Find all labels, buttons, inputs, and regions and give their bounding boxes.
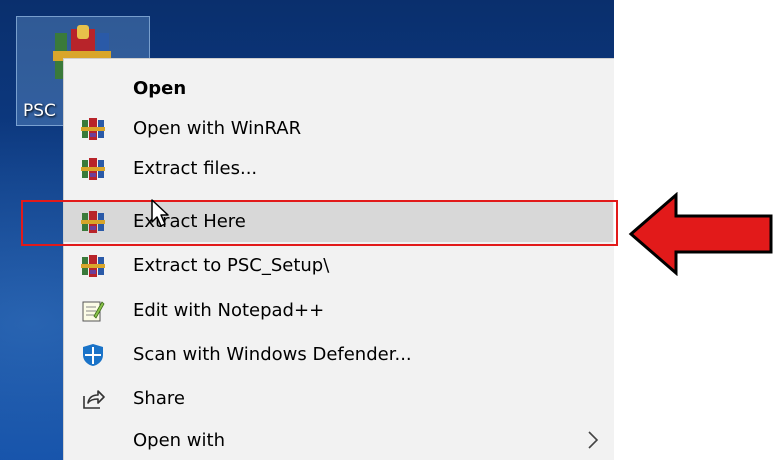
- context-menu: Open Open with WinRAR Extract files... E…: [63, 58, 614, 460]
- menu-item-label: Scan with Windows Defender...: [133, 344, 412, 365]
- mouse-cursor-icon: [150, 198, 174, 234]
- menu-item-share[interactable]: Share: [64, 379, 613, 419]
- winrar-icon: [80, 156, 106, 182]
- menu-item-extract-files[interactable]: Extract files...: [64, 149, 613, 189]
- notepad-plus-plus-icon: [80, 298, 106, 324]
- windows-defender-icon: [80, 342, 106, 368]
- menu-item-label: Open: [133, 78, 187, 99]
- menu-item-open-with[interactable]: Open with: [64, 421, 613, 461]
- share-icon: [80, 386, 106, 412]
- menu-item-label: Edit with Notepad++: [133, 300, 325, 321]
- desktop-file-label: PSC: [23, 101, 56, 121]
- menu-item-label: Share: [133, 388, 185, 409]
- winrar-icon: [80, 116, 106, 142]
- menu-item-label: Open with WinRAR: [133, 118, 302, 139]
- red-arrow-icon: [628, 191, 774, 280]
- menu-item-label: Open with: [133, 430, 225, 451]
- menu-item-extract-to-folder[interactable]: Extract to PSC_Setup\: [64, 246, 613, 286]
- menu-item-open[interactable]: Open: [64, 69, 613, 109]
- chevron-right-icon: [587, 430, 599, 455]
- highlight-box: [21, 200, 618, 246]
- menu-item-edit-with-notepad[interactable]: Edit with Notepad++: [64, 291, 613, 331]
- menu-item-scan-windows-defender[interactable]: Scan with Windows Defender...: [64, 335, 613, 375]
- menu-item-open-with-winrar[interactable]: Open with WinRAR: [64, 109, 613, 149]
- menu-item-label: Extract files...: [133, 158, 258, 179]
- winrar-icon: [80, 253, 106, 279]
- menu-item-label: Extract to PSC_Setup\: [133, 255, 330, 276]
